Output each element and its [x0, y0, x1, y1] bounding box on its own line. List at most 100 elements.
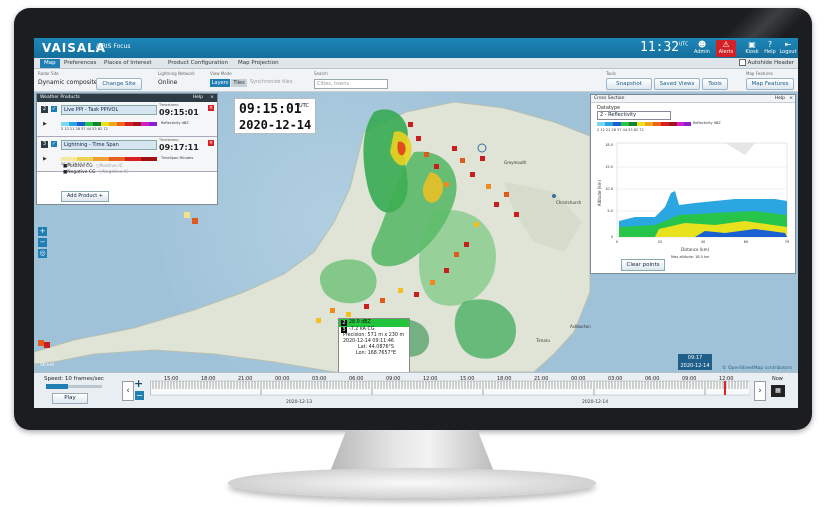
monitor-stand-base [228, 468, 596, 498]
cross-section-plot[interactable]: Distance (km) Altitude (km) 0 5.0 10.0 1… [595, 137, 791, 255]
app-header: VAISALA / IRIS Focus 11:32UTC ☻ Admin ⚠ Al… [34, 38, 798, 58]
timespan-scale [61, 157, 157, 161]
cs-ylabel: Altitude (km) [597, 179, 602, 206]
map-features-button[interactable]: Map Features [746, 78, 794, 90]
timeline-label: 21:00 [238, 376, 253, 382]
product-select[interactable]: Lightning - Time Span [61, 140, 157, 150]
tab-map-projection[interactable]: Map Projection [234, 59, 283, 68]
chevron-left-icon[interactable]: ‹ [122, 381, 134, 401]
layers-toggle[interactable]: Layers [210, 79, 230, 87]
map-features-label: Map Features [746, 71, 773, 76]
remove-product-icon[interactable]: × [208, 140, 214, 146]
autohide-header-toggle[interactable]: Autohide Header [738, 59, 794, 68]
product-visible-checkbox[interactable]: ✓ [51, 106, 57, 112]
timeline-label: 00:00 [571, 376, 586, 382]
map-zoom-controls: + − ◎ [38, 227, 47, 260]
help-button[interactable]: ? Help [760, 40, 780, 57]
cross-section-help[interactable]: Help [775, 95, 785, 102]
calendar-icon[interactable]: ▦ [771, 385, 785, 397]
play-button[interactable]: Play [52, 393, 88, 404]
weather-products-help[interactable]: Help [193, 94, 203, 102]
main-tabs: Map Preferences Places of Interest Produ… [34, 58, 798, 69]
weather-products-header: Weather Products Help × [37, 94, 217, 102]
snapshot-button[interactable]: Snapshot [606, 78, 652, 90]
timeline-label: 12:00 [423, 376, 438, 382]
logout-icon: ⇤ [784, 40, 792, 49]
zoom-in-button[interactable]: + [38, 227, 47, 236]
synchronize-tiles-checkbox[interactable]: Synchronize tiles [250, 79, 293, 85]
speed-label: Speed: 10 frames/sec [44, 376, 104, 382]
play-icon[interactable]: ▶ [43, 156, 47, 162]
tab-product-configuration[interactable]: Product Configuration [164, 59, 232, 68]
tab-preferences[interactable]: Preferences [60, 59, 100, 68]
reflectivity-unit: Reflectivity dBZ [161, 121, 189, 125]
timeline-label: 03:00 [312, 376, 327, 382]
timeline-label: 15:00 [164, 376, 179, 382]
locate-icon[interactable]: ◎ [38, 249, 47, 258]
change-site-button[interactable]: Change Site [96, 78, 142, 90]
cs-scale-labels: 2 12 21 28 37 44 53 62 72 [597, 128, 644, 132]
city-timaru: Timaru [536, 338, 550, 343]
chevron-right-icon[interactable]: › [754, 381, 766, 401]
clock-suffix: UTC [679, 41, 689, 48]
autohide-checkbox[interactable] [738, 59, 746, 66]
kiosk-label: Kiosk [745, 49, 759, 55]
cs-xtick: 40 [701, 240, 705, 244]
city-greymouth: Greymouth [504, 160, 527, 165]
tiles-toggle[interactable]: Tiles [231, 79, 247, 87]
map-toolbar: Radar Site Dynamic composite Change Site… [34, 69, 798, 92]
saved-views-button[interactable]: Saved Views [654, 78, 700, 90]
close-icon[interactable]: × [210, 94, 214, 102]
close-icon[interactable]: × [789, 95, 793, 102]
cs-xtick: 60 [744, 240, 748, 244]
product-select[interactable]: Live PPI - Task PPIVOL [61, 105, 157, 115]
timeline-zoom-in-button[interactable]: + [134, 377, 143, 390]
search-input[interactable]: Cities, towns [314, 79, 388, 89]
now-label: Now [772, 376, 783, 382]
logout-button[interactable]: ⇤ Logout [778, 40, 798, 57]
animation-timeline: Speed: 10 frames/sec Play ‹ + − 15:00 18… [34, 372, 798, 408]
help-label: Help [764, 49, 776, 55]
lightning-network-value: Online [158, 79, 178, 86]
cs-ytick: 0 [611, 235, 613, 239]
map-time-utc: UTC [299, 103, 309, 109]
kiosk-button[interactable]: ▣ Kiosk [742, 40, 762, 57]
clear-points-button[interactable]: Clear points [621, 259, 665, 271]
tools-group-label: Tools [606, 71, 616, 76]
admin-button[interactable]: ☻ Admin [692, 40, 712, 57]
speed-slider[interactable] [46, 384, 102, 389]
map-time: 09:15:01 [239, 102, 302, 117]
tools-button[interactable]: Tools [702, 78, 728, 90]
play-icon[interactable]: ▶ [43, 121, 47, 127]
product-visible-checkbox[interactable]: ✓ [51, 141, 57, 147]
city-ashburton: Ashburton [570, 324, 591, 329]
tooltip-lightning: -7.2 kA CG [349, 327, 375, 332]
add-product-button[interactable]: Add Product + [61, 191, 109, 202]
timeline-zoom-out-button[interactable]: − [135, 391, 144, 400]
remove-product-icon[interactable]: × [208, 105, 214, 111]
autohide-label: Autohide Header [747, 60, 794, 66]
datatype-select[interactable]: 2 - Reflectivity [597, 111, 671, 120]
cross-section-panel: Cross Section Help × Datatype 2 - Reflecti… [590, 94, 796, 274]
reflectivity-scale-labels: 2 12 21 28 37 44 53 62 72 [61, 127, 108, 131]
radar-site-marker-2 [552, 194, 556, 198]
tab-places-of-interest[interactable]: Places of Interest [100, 59, 155, 68]
map-frame-stamp: 09:17 2020-12-14 [678, 354, 712, 370]
product-time: 09:17:11 [159, 143, 199, 152]
legend-positive-cg: Positive CG [67, 164, 93, 169]
timeline-label: 06:00 [349, 376, 364, 382]
weather-products-panel: Weather Products Help × 2 ✓ Live PPI - Tas… [36, 93, 218, 205]
city-christchurch: Christchurch [556, 200, 582, 205]
timeline-label: 21:00 [534, 376, 549, 382]
monitor-stand-neck [330, 430, 494, 472]
speed-slider-handle[interactable] [46, 384, 69, 389]
map-attribution: © OpenStreetMap contributors [722, 366, 792, 371]
timespan-unit: TimeSpan Minutes [161, 156, 194, 160]
radar-map[interactable]: Greymouth Christchurch Ashburton Timaru … [34, 92, 798, 372]
cs-ytick: 18.0 [605, 143, 613, 147]
zoom-out-button[interactable]: − [38, 238, 47, 247]
app-screen: VAISALA / IRIS Focus 11:32UTC ☻ Admin ⚠ Al… [34, 38, 798, 408]
tab-map[interactable]: Map [40, 59, 60, 68]
timeline-date: 2020-12-14 [582, 400, 609, 405]
alerts-button[interactable]: ⚠ Alerts [716, 40, 736, 57]
